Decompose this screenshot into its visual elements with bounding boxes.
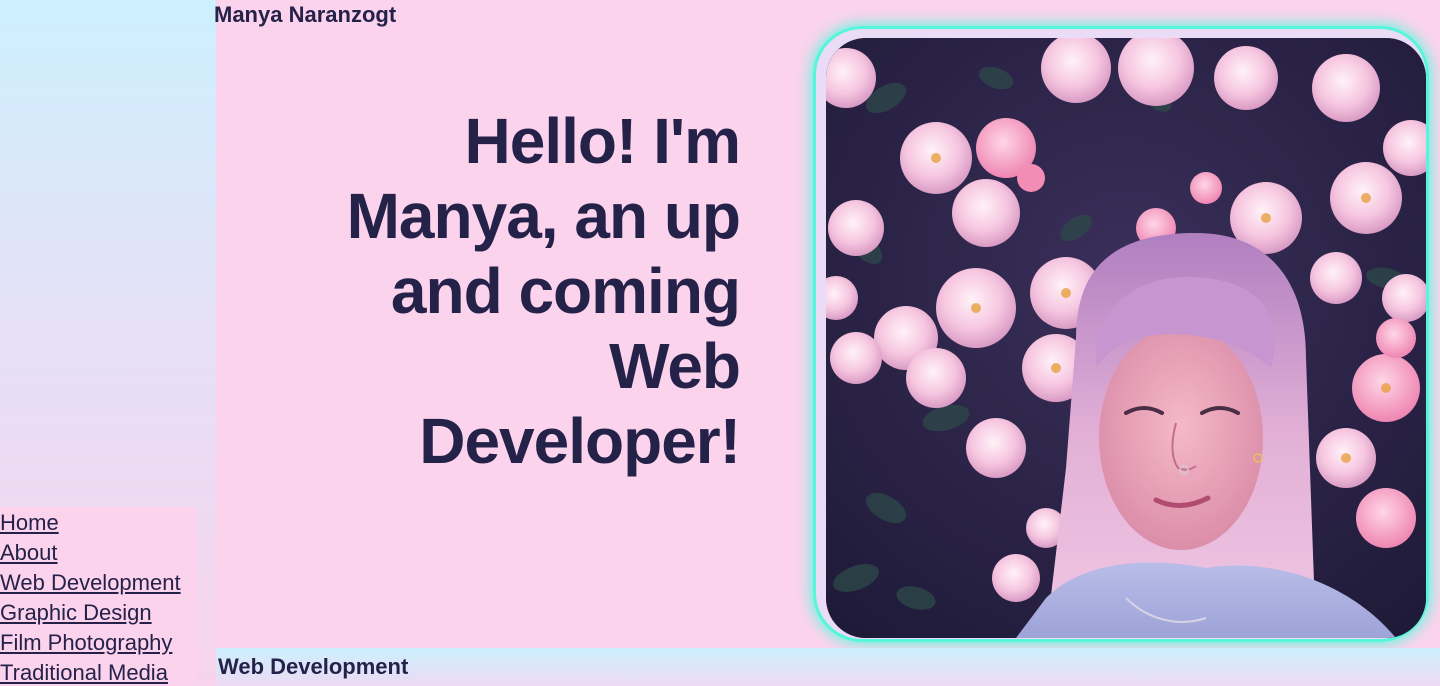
nav-link-film-photography[interactable]: Film Photography (0, 628, 197, 658)
hero-heading: Hello! I'm Manya, an up and coming Web D… (316, 104, 741, 479)
hero-section: Manya Naranzogt Hello! I'm Manya, an up … (214, 0, 1440, 648)
main-nav: Home About Web Development Graphic Desig… (0, 507, 197, 686)
section-header-bar: Web Development (216, 648, 1440, 686)
hero-heading-line: Web (609, 330, 741, 402)
hero-heading-line: Developer! (419, 405, 741, 477)
section-title: Web Development (218, 654, 409, 679)
nav-link-traditional-media[interactable]: Traditional Media (0, 658, 197, 686)
sidebar: Home About Web Development Graphic Desig… (0, 0, 216, 686)
nav-link-about[interactable]: About (0, 538, 197, 568)
hero-heading-line: and coming (390, 255, 741, 327)
portrait-photo-frame (816, 29, 1426, 639)
hero-heading-line: Hello! I'm (464, 105, 741, 177)
hero-heading-line: Manya, an up (346, 180, 741, 252)
portrait-photo (826, 38, 1426, 638)
nav-link-web-development[interactable]: Web Development (0, 568, 197, 598)
site-name: Manya Naranzogt (214, 2, 397, 27)
nav-link-home[interactable]: Home (0, 508, 197, 538)
nav-link-graphic-design[interactable]: Graphic Design (0, 598, 197, 628)
